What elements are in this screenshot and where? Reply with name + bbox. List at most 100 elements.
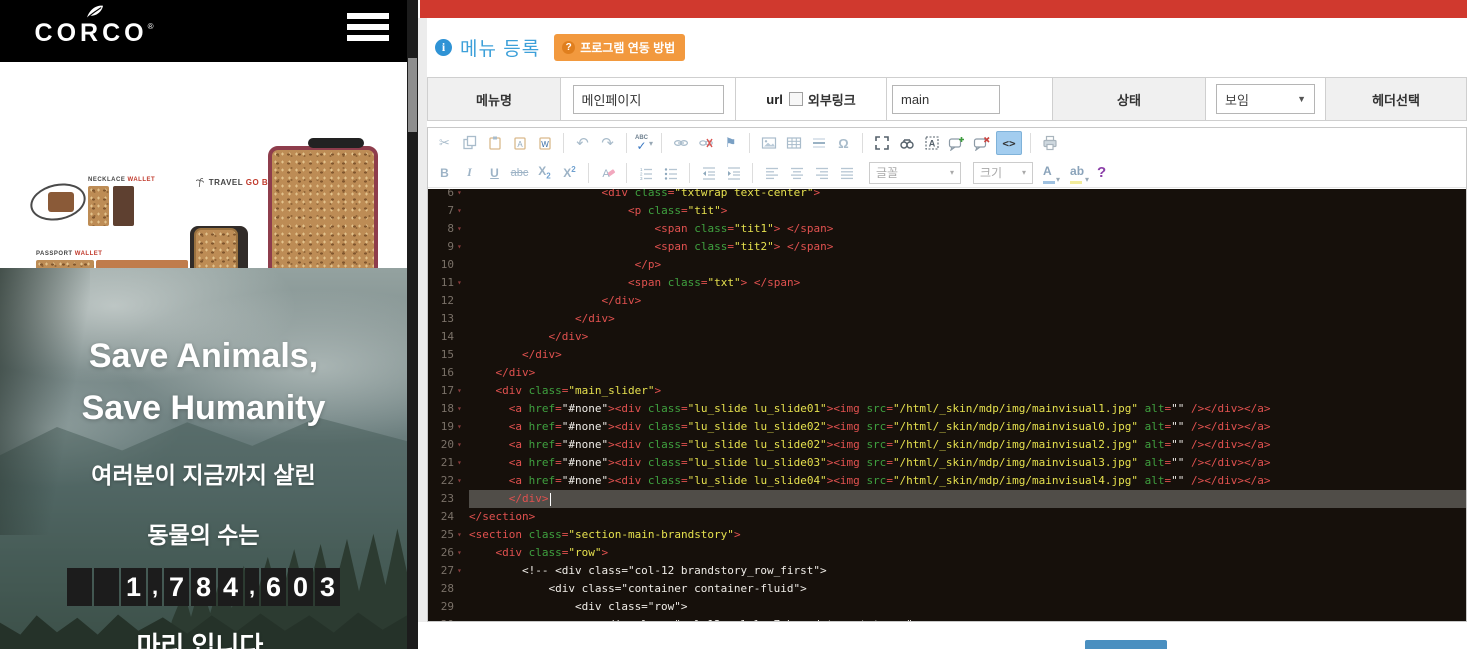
site-logo[interactable]: CORCO® xyxy=(34,4,154,46)
code-line-24[interactable]: 24</section> xyxy=(428,508,1466,526)
fold-arrow-icon[interactable]: ▾ xyxy=(454,454,469,472)
code-line-29[interactable]: 29 <div class="row"> xyxy=(428,598,1466,616)
align-center-icon[interactable] xyxy=(786,162,807,183)
superscript-button[interactable]: X2 xyxy=(559,162,580,183)
bold-button[interactable]: B xyxy=(434,162,455,183)
align-justify-icon[interactable] xyxy=(836,162,857,183)
code-line-15[interactable]: 15 </div> xyxy=(428,346,1466,364)
code-line-7[interactable]: 7▾ <p class="tit"> xyxy=(428,202,1466,220)
source-code-area[interactable]: 6▾ <div class="txtwrap text-center">7▾ <… xyxy=(428,189,1466,621)
strikethrough-button[interactable]: abc xyxy=(509,162,530,183)
code-line-8[interactable]: 8▾ <span class="tit1"> </span> xyxy=(428,220,1466,238)
menu-name-input[interactable] xyxy=(573,85,724,114)
toolbar-separator xyxy=(752,163,753,183)
fold-arrow-icon[interactable]: ▾ xyxy=(454,544,469,562)
fold-arrow-icon[interactable]: ▾ xyxy=(454,382,469,400)
code-line-18[interactable]: 18▾ <a href="#none"><div class="lu_slide… xyxy=(428,400,1466,418)
redo-icon[interactable]: ↷ xyxy=(597,133,618,154)
italic-button[interactable]: I xyxy=(459,162,480,183)
product-slide: NECKLACE WALLET TRAVEL GO BAG PASSPORT W… xyxy=(0,62,407,268)
help-badge-button[interactable]: ? 프로그램 연동 방법 xyxy=(554,34,685,61)
preview-scrollbar[interactable] xyxy=(407,0,418,649)
external-link-checkbox[interactable] xyxy=(789,92,803,106)
undo-icon[interactable]: ↶ xyxy=(572,133,593,154)
code-line-11[interactable]: 11▾ <span class="txt"> </span> xyxy=(428,274,1466,292)
code-line-25[interactable]: 25▾<section class="section-main-brandsto… xyxy=(428,526,1466,544)
unlink-icon[interactable] xyxy=(695,133,716,154)
highlight-color-button[interactable]: ab ▾ xyxy=(1070,162,1089,184)
ordered-list-icon[interactable]: 123 xyxy=(635,162,656,183)
toolbar-separator xyxy=(749,133,750,153)
code-line-23[interactable]: 23 </div> xyxy=(428,490,1466,508)
paste-word-icon[interactable]: W xyxy=(534,133,555,154)
print-icon[interactable] xyxy=(1039,133,1060,154)
code-line-19[interactable]: 19▾ <a href="#none"><div class="lu_slide… xyxy=(428,418,1466,436)
status-select[interactable]: 보임 ▼ xyxy=(1216,84,1315,114)
unordered-list-icon[interactable] xyxy=(660,162,681,183)
text-color-button[interactable]: A ▾ xyxy=(1043,162,1060,184)
paste-icon[interactable] xyxy=(484,133,505,154)
align-right-icon[interactable] xyxy=(811,162,832,183)
special-char-icon[interactable]: Ω xyxy=(833,133,854,154)
code-line-27[interactable]: 27▾ <!-- <div class="col-12 brandstory_r… xyxy=(428,562,1466,580)
align-left-icon[interactable] xyxy=(761,162,782,183)
code-line-20[interactable]: 20▾ <a href="#none"><div class="lu_slide… xyxy=(428,436,1466,454)
fold-arrow-icon[interactable]: ▾ xyxy=(454,220,469,238)
find-icon[interactable] xyxy=(896,133,917,154)
fold-arrow-icon[interactable]: ▾ xyxy=(454,400,469,418)
link-icon[interactable] xyxy=(670,133,691,154)
url-input[interactable] xyxy=(892,85,1000,114)
toolbar-separator xyxy=(626,133,627,153)
outdent-icon[interactable] xyxy=(698,162,719,183)
spellcheck-button[interactable]: ABC✓ ▾ xyxy=(635,135,653,151)
logo-text: CORCO xyxy=(35,19,148,47)
suggestion-remove-icon[interactable] xyxy=(971,133,992,154)
fold-arrow-icon[interactable]: ▾ xyxy=(454,436,469,454)
copy-icon[interactable] xyxy=(459,133,480,154)
code-line-14[interactable]: 14 </div> xyxy=(428,328,1466,346)
fold-arrow-icon[interactable]: ▾ xyxy=(454,189,469,202)
fold-arrow-icon[interactable]: ▾ xyxy=(454,202,469,220)
image-icon[interactable] xyxy=(758,133,779,154)
line-number: 8 xyxy=(428,220,454,238)
fold-arrow-icon[interactable]: ▾ xyxy=(454,562,469,580)
subscript-button[interactable]: X2 xyxy=(534,162,555,183)
horizontal-line-icon[interactable] xyxy=(808,133,829,154)
hamburger-menu-button[interactable] xyxy=(347,13,389,47)
editor-help-button[interactable]: ? xyxy=(1097,164,1106,181)
suggestion-add-icon[interactable] xyxy=(946,133,967,154)
code-line-10[interactable]: 10 </p> xyxy=(428,256,1466,274)
code-line-9[interactable]: 9▾ <span class="tit2"> </span> xyxy=(428,238,1466,256)
chevron-down-icon: ▾ xyxy=(1056,175,1060,184)
code-line-17[interactable]: 17▾ <div class="main_slider"> xyxy=(428,382,1466,400)
maximize-icon[interactable] xyxy=(871,133,892,154)
code-line-30[interactable]: 30 <div class="col-12 col-lg-7 brandstor… xyxy=(428,616,1466,621)
underline-button[interactable]: U xyxy=(484,162,505,183)
preview-scrollbar-thumb[interactable] xyxy=(408,58,417,132)
code-line-13[interactable]: 13 </div> xyxy=(428,310,1466,328)
fold-arrow-icon[interactable]: ▾ xyxy=(454,274,469,292)
font-size-select[interactable]: 크기 ▾ xyxy=(973,162,1033,184)
code-line-22[interactable]: 22▾ <a href="#none"><div class="lu_slide… xyxy=(428,472,1466,490)
fold-arrow-icon[interactable]: ▾ xyxy=(454,238,469,256)
paste-text-icon[interactable]: A xyxy=(509,133,530,154)
indent-icon[interactable] xyxy=(723,162,744,183)
font-family-select[interactable]: 글꼴 ▾ xyxy=(869,162,961,184)
table-icon[interactable] xyxy=(783,133,804,154)
passport-wallet-label: PASSPORT WALLET xyxy=(36,251,102,257)
fold-arrow-icon[interactable]: ▾ xyxy=(454,472,469,490)
fold-arrow-icon[interactable]: ▾ xyxy=(454,418,469,436)
cut-icon[interactable]: ✂ xyxy=(434,133,455,154)
code-line-28[interactable]: 28 <div class="container container-fluid… xyxy=(428,580,1466,598)
source-mode-button[interactable]: <> xyxy=(996,131,1022,155)
fold-arrow-icon[interactable]: ▾ xyxy=(454,526,469,544)
code-line-21[interactable]: 21▾ <a href="#none"><div class="lu_slide… xyxy=(428,454,1466,472)
code-line-26[interactable]: 26▾ <div class="row"> xyxy=(428,544,1466,562)
code-line-6[interactable]: 6▾ <div class="txtwrap text-center"> xyxy=(428,189,1466,202)
code-line-12[interactable]: 12 </div> xyxy=(428,292,1466,310)
code-line-16[interactable]: 16 </div> xyxy=(428,364,1466,382)
save-button[interactable]: 저장하기 xyxy=(1085,640,1167,649)
anchor-flag-icon[interactable]: ⚑ xyxy=(720,133,741,154)
remove-format-icon[interactable]: A xyxy=(597,162,618,183)
select-all-icon[interactable]: A xyxy=(921,133,942,154)
